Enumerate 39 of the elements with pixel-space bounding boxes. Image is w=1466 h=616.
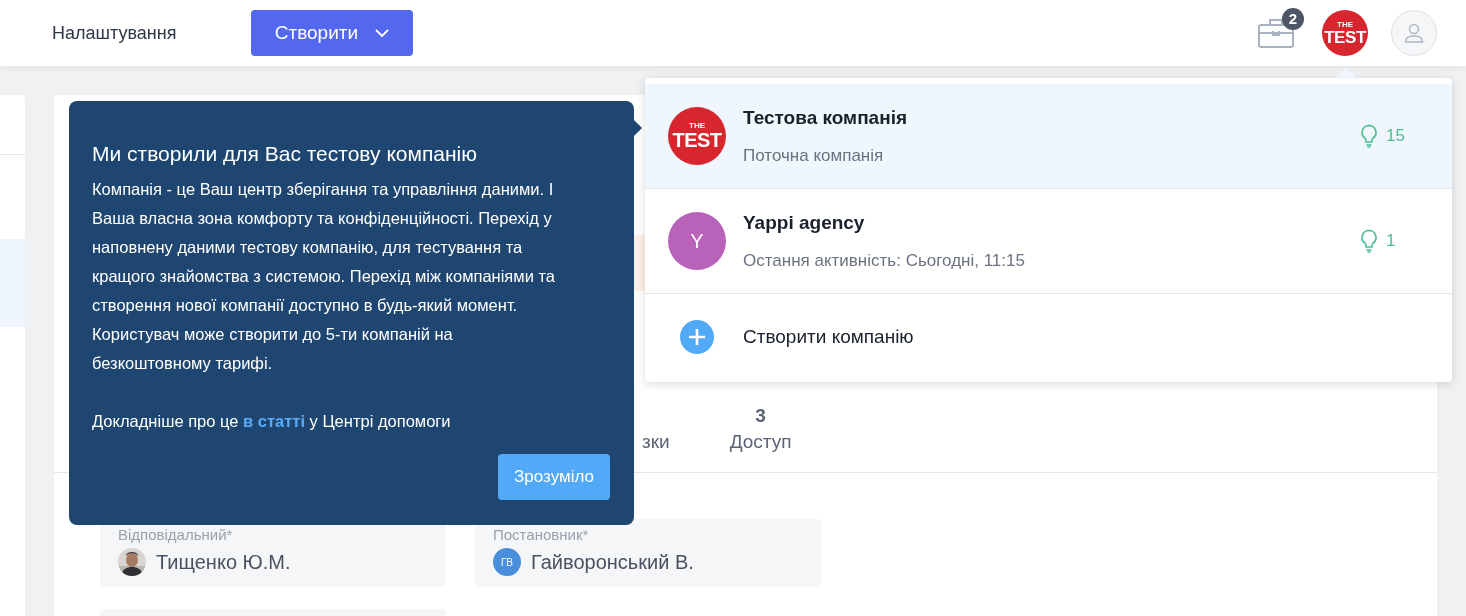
tab-label: Доступ [729,430,792,454]
user-icon [1403,22,1425,44]
tab[interactable]: зки [642,403,670,455]
logo-text: THE [689,122,705,130]
company-name: Yappi agency [743,211,866,235]
tab-count: 3 [755,404,766,428]
assignee-field[interactable]: Постановник* ГВ Гайворонський В. [475,519,821,587]
create-company-item[interactable]: Створити компанію [645,294,1452,380]
menu-arrow [1335,68,1357,79]
company-item[interactable]: THE TEST Тестова компанія Поточна компанія 15 [645,84,1452,189]
logo-text: TEST [672,130,722,150]
create-company-label: Створити компанію [743,324,914,349]
idea-count: 15 [1386,125,1405,148]
help-text: Докладніше про це в статті у Центрі допомоги [92,411,452,432]
tab[interactable]: 3 Доступ [729,403,792,455]
company-status: Остання активність: Сьогодні, 11:15 [743,249,1026,272]
plus-icon [680,320,714,354]
logo-text: THE [1337,20,1353,29]
lightbulb-icon [1360,124,1378,148]
create-button[interactable]: Створити [251,10,414,56]
chevron-down-icon [374,28,391,38]
logo-text: TEST [1324,28,1366,46]
idea-count: 1 [1386,230,1396,253]
settings-link[interactable]: Налаштування [52,19,177,47]
field-value: Тищенко Ю.М. [156,550,291,575]
article-link[interactable]: в статті [243,412,305,430]
notification-badge: 2 [1282,8,1304,30]
company-item[interactable]: Y Yappi agency Остання активність: Сьогодні, 11:15 1 [645,189,1452,294]
company-name: Тестова компанія [743,106,909,130]
lightbulb-icon [1360,229,1378,253]
tooltip-title: Ми створили для Вас тестову компанію [92,141,478,167]
field-value: Гайворонський В. [531,550,694,575]
field-label: Постановник* [493,525,590,545]
field-label: Відповідальний* [118,525,234,545]
tooltip-text: Компанія - це Ваш центр зберігання та управління даними. І Ваша власна зона комфорту та конфіденційності. Перехід у наповнену даними тестову компанію, для тестування та кращого знайомства з системою. Перехід між компаніями та створення нової компанії доступно в будь-який момент. Користувач може створити до 5-ти компаній на безкоштовному тарифі. [92,179,556,374]
user-avatar: ГВ [493,548,521,576]
company-status: Поточна компанія [743,144,885,167]
tab-label: зки [642,430,670,454]
company-avatar: Y [668,212,726,270]
